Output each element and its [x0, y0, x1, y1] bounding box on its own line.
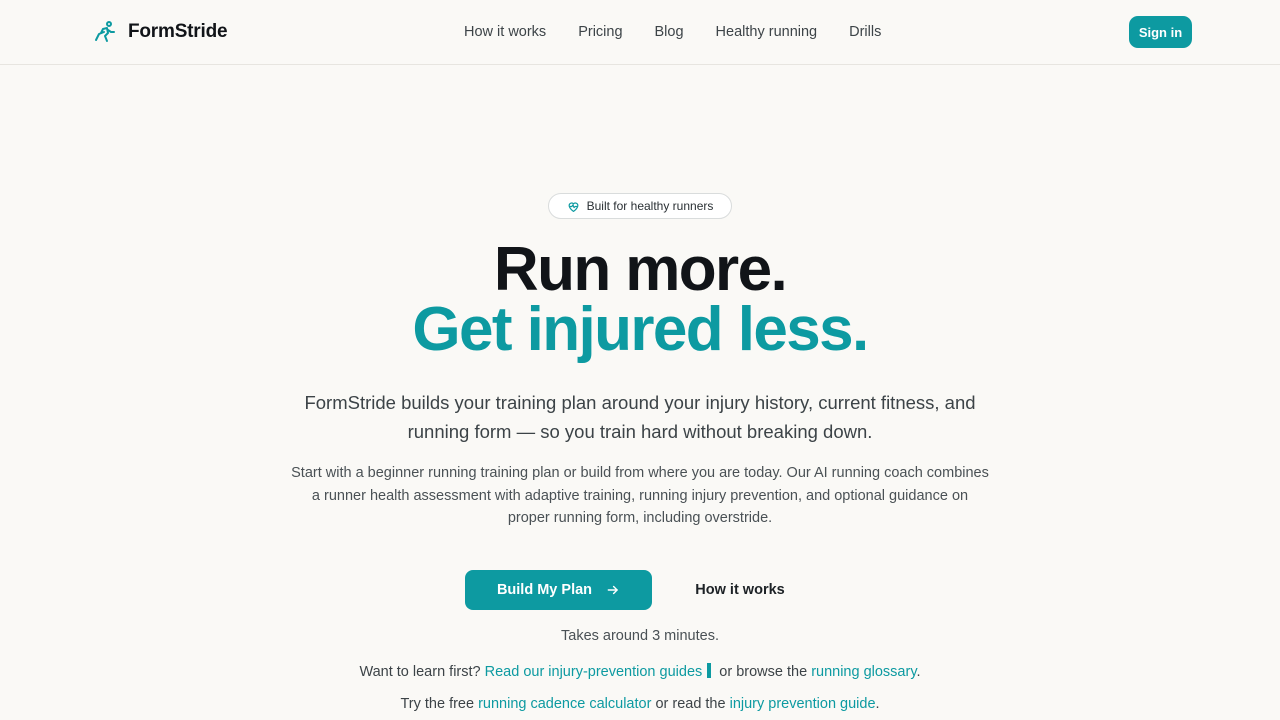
badge-label: Built for healthy runners: [586, 199, 714, 213]
primary-nav: How it works Pricing Blog Healthy runnin…: [464, 22, 881, 42]
nav-link-healthy-running[interactable]: Healthy running: [716, 24, 818, 40]
arrow-right-icon: [607, 585, 618, 595]
hero-headline: Run more. Get injured less.: [0, 239, 1280, 364]
nav-link-pricing[interactable]: Pricing: [578, 24, 622, 40]
nav-link-blog[interactable]: Blog: [655, 24, 684, 40]
duration-note: Takes around 3 minutes.: [561, 628, 719, 644]
running-glossary-link[interactable]: running glossary: [811, 664, 916, 680]
injury-prevention-guides-link[interactable]: Read our injury-prevention guides: [485, 664, 703, 680]
learn-prefix: Want to learn first?: [359, 664, 481, 680]
hero-sub-text: Start with a beginner running training p…: [291, 465, 989, 526]
cadence-calculator-link[interactable]: running cadence calculator: [478, 696, 651, 712]
tools-line: Try the free running cadence calculator …: [0, 694, 1280, 714]
tools-prefix: Try the free: [400, 696, 475, 712]
sign-in-button[interactable]: Sign in: [1129, 16, 1192, 48]
brand-logo-link[interactable]: FormStride: [92, 18, 228, 46]
headline-line-1: Run more.: [493, 235, 788, 304]
headline-line-2: Get injured less.: [412, 295, 869, 364]
build-my-plan-label: Build My Plan: [496, 582, 593, 598]
tools-middle: or read the: [655, 696, 726, 712]
hero-lead-text: FormStride builds your training plan aro…: [304, 392, 976, 442]
tools-suffix: .: [875, 696, 880, 712]
learn-first-line: Want to learn first? Read our injury-pre…: [0, 662, 1280, 682]
site-header: FormStride How it works Pricing Blog Hea…: [0, 0, 1280, 65]
build-my-plan-button[interactable]: Build My Plan: [465, 570, 652, 610]
learn-suffix: .: [916, 664, 921, 680]
nav-link-how-it-works[interactable]: How it works: [464, 24, 546, 40]
brand-name: FormStride: [128, 21, 228, 42]
running-person-icon: [95, 21, 115, 42]
guides-marker: [707, 663, 712, 678]
heart-pulse-icon: [568, 201, 579, 212]
learn-middle: or browse the: [719, 664, 808, 680]
nav-link-drills[interactable]: Drills: [849, 24, 881, 40]
injury-prevention-guide-link[interactable]: injury prevention guide: [730, 696, 876, 712]
how-it-works-button[interactable]: How it works: [678, 570, 802, 610]
hero-badge: Built for healthy runners: [548, 193, 732, 219]
